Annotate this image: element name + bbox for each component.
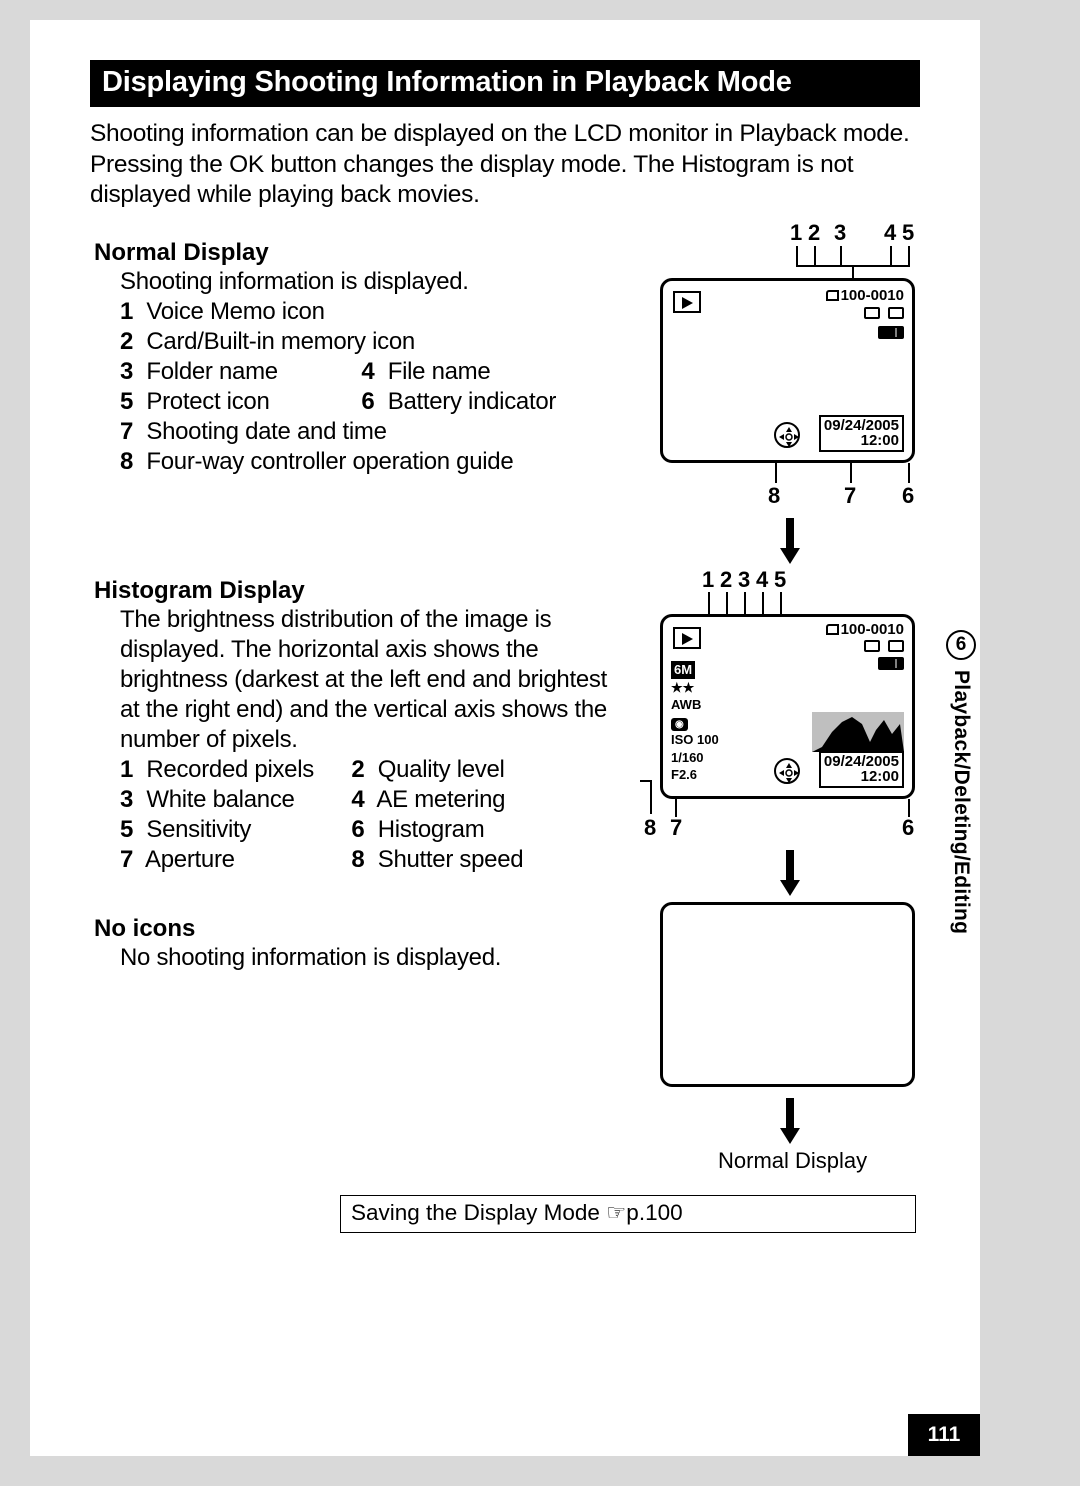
callout-top-4: 4 (884, 220, 896, 246)
tick (796, 246, 798, 266)
reference-box: Saving the Display Mode ☞p.100 (340, 1195, 916, 1233)
histo-item-3-4: 3 White balance 4 AE metering (120, 785, 620, 815)
memo-card-row (826, 306, 904, 323)
lcd-histo-datebox: 09/24/2005 12:00 (819, 751, 904, 789)
ae-metering-icon: ◉ (671, 718, 688, 732)
tick (650, 780, 652, 814)
folder-icon (826, 624, 839, 635)
callout2-1: 1 (702, 567, 714, 593)
histo-item-1-2: 1 Recorded pixels 2 Quality level (120, 755, 620, 785)
lcd-normal-topright: 100-0010 (826, 287, 904, 343)
page: Displaying Shooting Information in Playb… (30, 20, 980, 1456)
chapter-label: Playback/Deleting/Editing (949, 670, 973, 934)
callout2b-8: 8 (644, 815, 656, 841)
callout2b-6: 6 (902, 815, 914, 841)
lcd-histo-leftinfo: 6M ★★ AWB ◉ ISO 100 1/160 F2.6 (671, 661, 719, 784)
histo-item-7-8: 7 Aperture 8 Shutter speed (120, 845, 620, 875)
date-label: 09/24/2005 (824, 754, 899, 770)
lcd-normal-datebox: 09/24/2005 12:00 (819, 415, 904, 453)
callout-top-3: 3 (834, 220, 846, 246)
callout-top-2: 2 (808, 220, 820, 246)
page-number: 111 (908, 1414, 980, 1456)
dpad-icon (774, 758, 800, 784)
arrow-down-1 (780, 518, 800, 564)
tick (775, 463, 777, 483)
aperture: F2.6 (671, 766, 719, 784)
tick (814, 246, 816, 266)
arrow-down-3 (780, 1098, 800, 1144)
callout2-4: 4 (756, 567, 768, 593)
folder-file-row: 100-0010 (826, 287, 904, 304)
histo-item-5-6: 5 Sensitivity 6 Histogram (120, 815, 620, 845)
battery-icon (878, 657, 904, 670)
normal-display-label: Normal Display (718, 1148, 867, 1174)
battery-row (826, 657, 904, 674)
time-label: 12:00 (824, 769, 899, 785)
callout-bot-6: 6 (902, 483, 914, 509)
callout2-2: 2 (720, 567, 732, 593)
battery-icon (878, 326, 904, 339)
folder-file-label: 100-0010 (841, 621, 904, 638)
tick (908, 463, 910, 483)
chapter-number-circle: 6 (946, 630, 976, 660)
lcd-histogram: 100-0010 6M ★★ AWB ◉ ISO 100 1/160 F2.6 (660, 614, 915, 799)
side-tab: 6 Playback/Deleting/Editing (942, 630, 980, 1050)
lcd-histo-topright: 100-0010 (826, 621, 904, 674)
intro-paragraph: Shooting information can be displayed on… (90, 119, 920, 211)
arrow-down-2 (780, 850, 800, 896)
battery-row (826, 326, 904, 343)
callout-bot-7: 7 (844, 483, 856, 509)
section-body-histogram: The brightness distribution of the image… (120, 605, 620, 875)
tick (908, 246, 910, 266)
histogram-desc: The brightness distribution of the image… (120, 605, 620, 755)
section-head-histogram: Histogram Display (94, 577, 920, 605)
play-icon (673, 291, 701, 313)
lcd-normal: 100-0010 09/24/2005 12:00 (660, 278, 915, 463)
page-title: Displaying Shooting Information in Playb… (90, 60, 920, 107)
callout-top-1: 1 (790, 220, 802, 246)
tick (840, 246, 842, 266)
card-icon (888, 307, 904, 319)
play-icon (673, 627, 701, 649)
lcd-noicons (660, 902, 915, 1087)
white-balance: AWB (671, 696, 719, 714)
callout-bot-8: 8 (768, 483, 780, 509)
voice-memo-icon (864, 640, 880, 652)
voice-memo-icon (864, 307, 880, 319)
tick (640, 780, 652, 782)
dpad-icon (774, 422, 800, 448)
sensitivity: ISO 100 (671, 731, 719, 749)
callout2b-7: 7 (670, 815, 682, 841)
content-column: Displaying Shooting Information in Playb… (90, 60, 920, 973)
callout2-3: 3 (738, 567, 750, 593)
memo-card-row (826, 639, 904, 656)
recorded-pixels-badge: 6M (671, 661, 695, 679)
date-label: 09/24/2005 (824, 418, 899, 434)
tick (890, 246, 892, 266)
tick (850, 463, 852, 483)
folder-file-label: 100-0010 (841, 287, 904, 304)
time-label: 12:00 (824, 433, 899, 449)
callout2-5: 5 (774, 567, 786, 593)
folder-icon (826, 290, 839, 301)
histogram-graph (812, 712, 904, 752)
folder-file-row: 100-0010 (826, 621, 904, 638)
callout-top-5: 5 (902, 220, 914, 246)
card-icon (888, 640, 904, 652)
quality-level: ★★ (671, 679, 719, 697)
shutter-speed: 1/160 (671, 749, 719, 767)
